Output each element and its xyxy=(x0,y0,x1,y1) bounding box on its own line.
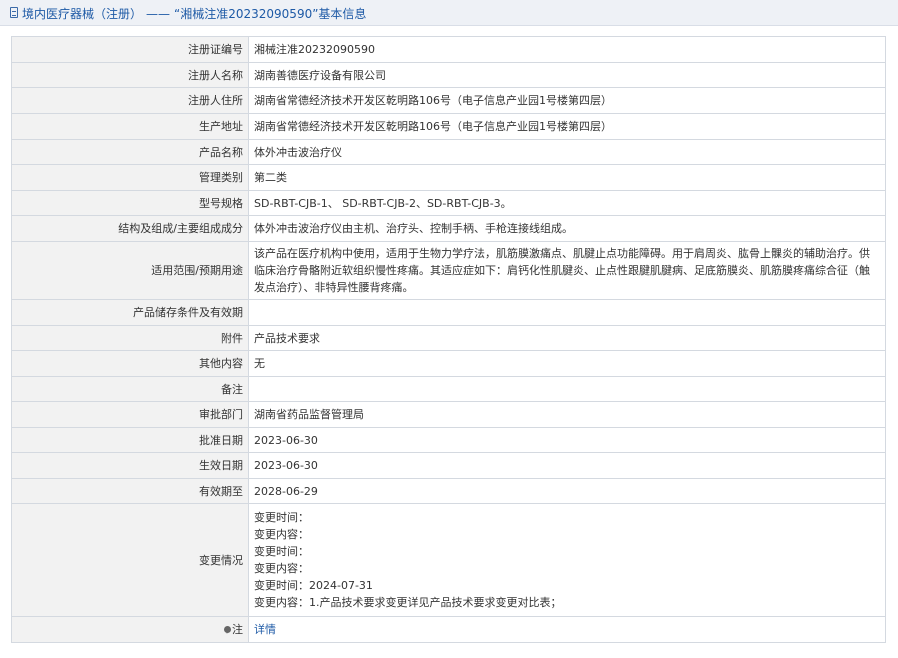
breadcrumb-separator: —— xyxy=(146,7,171,21)
change-line: 变更内容： xyxy=(254,562,309,575)
row-label: 管理类别 xyxy=(11,164,249,191)
change-line: 变更时间： xyxy=(254,545,309,558)
row-label: 备注 xyxy=(11,376,249,402)
row-value: 2028-06-29 xyxy=(248,478,886,504)
table-row: 管理类别 第二类 xyxy=(11,164,886,191)
change-line: 变更内容： xyxy=(254,528,309,541)
table-row: 生效日期 2023-06-30 xyxy=(11,452,886,479)
table-row: 批准日期 2023-06-30 xyxy=(11,427,886,453)
row-value xyxy=(248,299,886,326)
row-value: 湖南省药品监督管理局 xyxy=(248,401,886,428)
row-label: 有效期至 xyxy=(11,478,249,504)
row-label: 附件 xyxy=(11,325,249,351)
row-label: 其他内容 xyxy=(11,350,249,377)
table-row: 注册人住所 湖南省常德经济技术开发区乾明路106号（电子信息产业园1号楼第四层） xyxy=(11,87,886,114)
row-value: 湘械注准20232090590 xyxy=(248,36,886,63)
table-row: 其他内容 无 xyxy=(11,350,886,377)
note-value-cell: 详情 xyxy=(248,616,886,643)
note-label: 注 xyxy=(232,623,243,636)
table-row: 注册人名称 湖南善德医疗设备有限公司 xyxy=(11,62,886,88)
row-value: 无 xyxy=(248,350,886,377)
breadcrumb-category: 境内医疗器械（注册） xyxy=(22,7,143,21)
document-icon xyxy=(10,7,18,18)
row-value: 第二类 xyxy=(248,164,886,191)
row-label: 生效日期 xyxy=(11,452,249,479)
row-value: 产品技术要求 xyxy=(248,325,886,351)
row-label: 适用范围/预期用途 xyxy=(11,241,249,300)
row-value: 该产品在医疗机构中使用，适用于生物力学疗法，肌筋膜激痛点、肌腱止点功能障碍。用于… xyxy=(248,241,886,300)
table-row: 产品储存条件及有效期 xyxy=(11,299,886,326)
changes-list: 变更时间： 变更内容： 变更时间： 变更内容： 变更时间：2024-07-31 … xyxy=(248,503,886,617)
change-line: 变更时间： xyxy=(254,511,309,524)
row-value: 2023-06-30 xyxy=(248,452,886,479)
table-row: 有效期至 2028-06-29 xyxy=(11,478,886,504)
row-label: 审批部门 xyxy=(11,401,249,428)
table-row: 型号规格 SD-RBT-CJB-1、 SD-RBT-CJB-2、SD-RBT-C… xyxy=(11,190,886,216)
pin-icon xyxy=(224,626,231,634)
row-value: SD-RBT-CJB-1、 SD-RBT-CJB-2、SD-RBT-CJB-3。 xyxy=(248,190,886,216)
table-row: 审批部门 湖南省药品监督管理局 xyxy=(11,401,886,428)
note-label-cell: 注 xyxy=(11,616,249,643)
page-header: 境内医疗器械（注册） —— “湘械注准20232090590”基本信息 xyxy=(0,0,898,26)
detail-link[interactable]: 详情 xyxy=(254,623,276,636)
row-label: 生产地址 xyxy=(11,113,249,140)
row-label: 结构及组成/主要组成成分 xyxy=(11,215,249,242)
row-value: 湖南省常德经济技术开发区乾明路106号（电子信息产业园1号楼第四层） xyxy=(248,87,886,114)
table-row: 产品名称 体外冲击波治疗仪 xyxy=(11,139,886,165)
row-value: 2023-06-30 xyxy=(248,427,886,453)
table-row: 注册证编号 湘械注准20232090590 xyxy=(11,36,886,63)
info-table: 注册证编号 湘械注准20232090590 注册人名称 湖南善德医疗设备有限公司… xyxy=(11,36,886,643)
change-line: 变更时间：2024-07-31 xyxy=(254,579,373,592)
row-label: 产品名称 xyxy=(11,139,249,165)
table-row: 备注 xyxy=(11,376,886,402)
row-label: 型号规格 xyxy=(11,190,249,216)
row-label: 产品储存条件及有效期 xyxy=(11,299,249,326)
row-label: 注册证编号 xyxy=(11,36,249,63)
row-value xyxy=(248,376,886,402)
table-row-note: 注 详情 xyxy=(11,616,886,643)
row-label: 批准日期 xyxy=(11,427,249,453)
row-label: 注册人住所 xyxy=(11,87,249,114)
row-value: 体外冲击波治疗仪由主机、治疗头、控制手柄、手枪连接线组成。 xyxy=(248,215,886,242)
table-row: 适用范围/预期用途 该产品在医疗机构中使用，适用于生物力学疗法，肌筋膜激痛点、肌… xyxy=(11,241,886,300)
change-line: 变更内容：1.产品技术要求变更详见产品技术要求变更对比表； xyxy=(254,596,562,609)
row-label: 变更情况 xyxy=(11,503,249,617)
row-value: 湖南省常德经济技术开发区乾明路106号（电子信息产业园1号楼第四层） xyxy=(248,113,886,140)
table-row: 附件 产品技术要求 xyxy=(11,325,886,351)
page-title: 境内医疗器械（注册） —— “湘械注准20232090590”基本信息 xyxy=(22,5,366,22)
row-value: 体外冲击波治疗仪 xyxy=(248,139,886,165)
record-title: “湘械注准20232090590”基本信息 xyxy=(174,7,367,21)
table-row: 结构及组成/主要组成成分 体外冲击波治疗仪由主机、治疗头、控制手柄、手枪连接线组… xyxy=(11,215,886,242)
table-row-changes: 变更情况 变更时间： 变更内容： 变更时间： 变更内容： 变更时间：2024-0… xyxy=(11,503,886,617)
table-row: 生产地址 湖南省常德经济技术开发区乾明路106号（电子信息产业园1号楼第四层） xyxy=(11,113,886,140)
row-label: 注册人名称 xyxy=(11,62,249,88)
row-value: 湖南善德医疗设备有限公司 xyxy=(248,62,886,88)
